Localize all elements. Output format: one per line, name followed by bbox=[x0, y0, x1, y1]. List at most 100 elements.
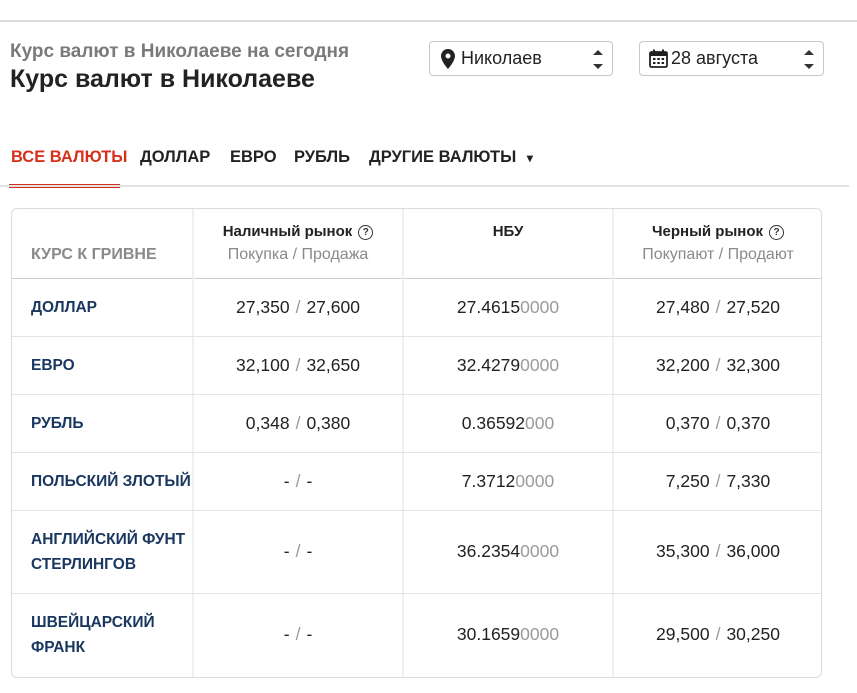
sell-value: - bbox=[306, 471, 313, 491]
buy-value: 32,100 bbox=[236, 355, 290, 375]
sell-value: 32,300 bbox=[726, 355, 780, 375]
slash: / bbox=[715, 355, 721, 375]
nbu-value-main: 0.36592 bbox=[461, 413, 526, 433]
row-header-label: КУРС К ГРИВНЕ bbox=[31, 246, 157, 263]
sell-value: 36,000 bbox=[726, 541, 780, 561]
column-title: Черный рынок bbox=[651, 223, 763, 240]
nbu-rate: 7.37120000 bbox=[404, 471, 612, 492]
slash: / bbox=[295, 624, 301, 644]
column-title: Наличный рынок bbox=[222, 223, 353, 240]
tabs-divider bbox=[0, 185, 849, 187]
slash: / bbox=[295, 541, 301, 561]
date-select-value: 28 августа bbox=[671, 48, 759, 68]
black-market-rate: 35,300/36,000 bbox=[614, 541, 821, 562]
currency-name-link[interactable]: ПОЛЬСКИЙ ЗЛОТЫЙ bbox=[31, 469, 191, 494]
cash-rate: 32,100/32,650 bbox=[194, 355, 402, 376]
page-title: Курс валют в Николаеве bbox=[10, 65, 315, 93]
sell-value: - bbox=[306, 541, 313, 561]
nbu-rate: 0.36592000 bbox=[404, 413, 612, 434]
cash-rate: 27,350/27,600 bbox=[194, 297, 402, 318]
cash-rate: - / - bbox=[194, 624, 402, 645]
currency-name-line: СТЕРЛИНГОВ bbox=[31, 556, 137, 573]
table-row: ПОЛЬСКИЙ ЗЛОТЫЙ - / - 7.37120000 7,250/7,3… bbox=[12, 453, 821, 511]
sell-value: 27,600 bbox=[306, 297, 360, 317]
calendar-icon bbox=[648, 48, 668, 70]
sell-value: 0,380 bbox=[306, 413, 351, 433]
page-subtitle: Курс валют в Николаеве на сегодня bbox=[10, 41, 350, 62]
nbu-value-tail: 0000 bbox=[520, 355, 560, 375]
currency-name-link[interactable]: ЕВРО bbox=[31, 353, 75, 378]
nbu-value-tail: 0000 bbox=[520, 541, 560, 561]
currency-name-line: ШВЕЙЦАРСКИЙ bbox=[31, 614, 155, 631]
nbu-value-main: 36.2354 bbox=[456, 541, 521, 561]
nbu-value-tail: 000 bbox=[525, 413, 555, 433]
buy-value: 7,250 bbox=[665, 471, 710, 491]
currency-name-line: АНГЛИЙСКИЙ ФУНТ bbox=[31, 531, 186, 548]
slash: / bbox=[715, 471, 721, 491]
location-pin-icon bbox=[438, 48, 458, 70]
tab-dollar[interactable]: ДОЛЛАР bbox=[140, 148, 210, 167]
nbu-value-main: 27.4615 bbox=[456, 297, 521, 317]
slash: / bbox=[715, 413, 721, 433]
tab-ruble[interactable]: РУБЛЬ bbox=[294, 148, 350, 167]
buy-value: - bbox=[283, 471, 290, 491]
dropdown-arrow-icon: ▾ bbox=[526, 151, 533, 165]
cash-rate: 0,348/0,380 bbox=[194, 413, 402, 434]
city-select-value: Николаев bbox=[461, 48, 542, 68]
buy-value: 32,200 bbox=[656, 355, 710, 375]
sell-value: 32,650 bbox=[306, 355, 360, 375]
table-row: ЕВРО 32,100/32,650 32.42790000 32,200/32… bbox=[12, 337, 821, 395]
sell-value: 27,520 bbox=[726, 297, 780, 317]
cash-rate: - / - bbox=[194, 471, 402, 492]
tab-euro[interactable]: ЕВРО bbox=[230, 148, 277, 167]
cash-rate: - / - bbox=[194, 541, 402, 562]
help-icon[interactable]: ? bbox=[769, 225, 784, 240]
help-icon[interactable]: ? bbox=[358, 225, 374, 240]
black-market-rate: 32,200/32,300 bbox=[614, 355, 821, 376]
page-header: Курс валют в Николаеве на сегодня Курс в… bbox=[10, 40, 349, 94]
currency-name-link[interactable]: АНГЛИЙСКИЙ ФУНТ СТЕРЛИНГОВ bbox=[31, 527, 185, 577]
slash: / bbox=[295, 471, 301, 491]
slash: / bbox=[295, 297, 301, 317]
nbu-value-tail: 0000 bbox=[520, 297, 560, 317]
slash: / bbox=[715, 541, 721, 561]
buy-value: 27,480 bbox=[656, 297, 710, 317]
slash: / bbox=[295, 413, 301, 433]
sell-value: 7,330 bbox=[726, 471, 771, 491]
buy-value: 0,370 bbox=[665, 413, 710, 433]
slash: / bbox=[715, 297, 721, 317]
black-market-rate: 0,370/0,370 bbox=[614, 413, 821, 434]
select-arrows-icon bbox=[804, 50, 814, 69]
column-subtitle: Покупка / Продажа bbox=[227, 246, 369, 263]
nbu-value-main: 7.3712 bbox=[461, 471, 516, 491]
select-arrows-icon bbox=[593, 50, 603, 69]
nbu-value-main: 32.4279 bbox=[456, 355, 521, 375]
nbu-value-tail: 0000 bbox=[515, 471, 555, 491]
buy-value: 0,348 bbox=[245, 413, 290, 433]
sell-value: 30,250 bbox=[726, 624, 780, 644]
sell-value: 0,370 bbox=[726, 413, 771, 433]
buy-value: - bbox=[283, 541, 290, 561]
nbu-rate: 32.42790000 bbox=[404, 355, 612, 376]
header-nbu: НБУ bbox=[404, 209, 612, 279]
table-row: ДОЛЛАР 27,350/27,600 27.46150000 27,480/… bbox=[12, 279, 821, 337]
slash: / bbox=[295, 355, 301, 375]
buy-value: 29,500 bbox=[656, 624, 710, 644]
currency-name-link[interactable]: ШВЕЙЦАРСКИЙ ФРАНК bbox=[31, 610, 155, 660]
nbu-rate: 36.23540000 bbox=[404, 541, 612, 562]
column-subtitle: Покупают / Продают bbox=[642, 246, 794, 263]
city-select[interactable]: Николаев bbox=[429, 41, 613, 76]
table-row: РУБЛЬ 0,348/0,380 0.36592000 0,370/0,370 bbox=[12, 395, 821, 453]
nbu-value-main: 30.1659 bbox=[456, 624, 521, 644]
currency-name-link[interactable]: РУБЛЬ bbox=[31, 411, 84, 436]
tab-other-currencies[interactable]: ДРУГИЕ ВАЛЮТЫ ▾ bbox=[369, 148, 533, 167]
buy-value: 27,350 bbox=[236, 297, 290, 317]
tab-all-currencies[interactable]: ВСЕ ВАЛЮТЫ bbox=[11, 148, 127, 167]
black-market-rate: 7,250/7,330 bbox=[614, 471, 821, 492]
currency-name-link[interactable]: ДОЛЛАР bbox=[31, 295, 97, 320]
column-title: НБУ bbox=[492, 223, 524, 240]
nbu-rate: 27.46150000 bbox=[404, 297, 612, 318]
currency-name-line: ФРАНК bbox=[31, 639, 86, 656]
date-select[interactable]: 28 августа bbox=[639, 41, 824, 76]
black-market-rate: 29,500/30,250 bbox=[614, 624, 821, 645]
